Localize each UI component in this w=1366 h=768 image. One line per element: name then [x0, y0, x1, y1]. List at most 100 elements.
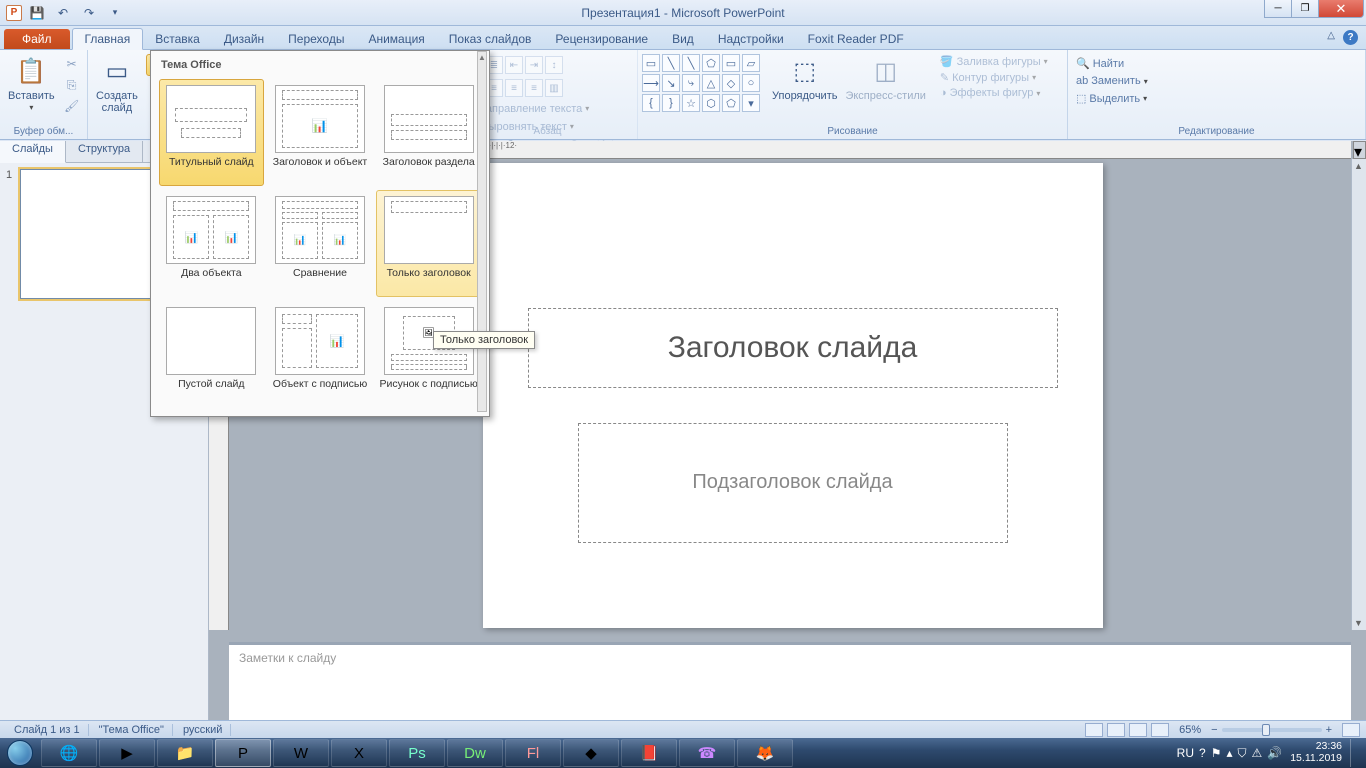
quick-styles-button[interactable]: ◫ Экспресс-стили — [841, 54, 929, 104]
tab-insert[interactable]: Вставка — [143, 29, 212, 49]
tray-icons[interactable]: RU ? ⚑ ▴ ⛉ ⚠ 🔊 — [1177, 746, 1283, 761]
panel-tab-outline[interactable]: Структура — [66, 141, 143, 162]
zoom-in-icon[interactable]: + — [1326, 724, 1332, 736]
layout-title-only[interactable]: Только заголовок — [376, 190, 481, 297]
select-button[interactable]: ⬚Выделить▾ — [1072, 91, 1151, 106]
gallery-scrollbar[interactable]: ▲ — [477, 51, 487, 412]
minimize-button[interactable]: ─ — [1264, 0, 1292, 18]
tab-slideshow[interactable]: Показ слайдов — [437, 29, 544, 49]
task-media[interactable]: ▶ — [99, 739, 155, 767]
tab-addins[interactable]: Надстройки — [706, 29, 796, 49]
task-explorer[interactable]: 📁 — [157, 739, 213, 767]
task-photoshop[interactable]: Ps — [389, 739, 445, 767]
layout-content-caption[interactable]: 📊 Объект с подписью — [268, 301, 373, 408]
task-inkscape[interactable]: ◆ — [563, 739, 619, 767]
tray-date: 15.11.2019 — [1290, 753, 1342, 765]
subtitle-placeholder[interactable]: Подзаголовок слайда — [578, 423, 1008, 543]
tray-volume-icon[interactable]: 🔊 — [1267, 746, 1282, 761]
task-word[interactable]: W — [273, 739, 329, 767]
tray-help-icon[interactable]: ? — [1199, 746, 1206, 761]
task-viber[interactable]: ☎ — [679, 739, 735, 767]
tray-up-icon[interactable]: ▴ — [1226, 746, 1232, 761]
tab-foxit[interactable]: Foxit Reader PDF — [796, 29, 916, 49]
paste-button[interactable]: 📋 Вставить ▾ — [4, 54, 59, 115]
group-drawing-label: Рисование — [638, 125, 1067, 138]
panel-tab-slides[interactable]: Слайды — [0, 141, 66, 163]
tray-safe-icon[interactable]: ⛉ — [1237, 746, 1246, 761]
fit-window-icon[interactable] — [1342, 723, 1360, 737]
shape-fill-button[interactable]: 🪣Заливка фигуры▾ — [936, 54, 1052, 69]
view-sorter-icon[interactable] — [1107, 723, 1125, 737]
tray-flag-icon[interactable]: ⚑ — [1211, 746, 1222, 761]
view-reading-icon[interactable] — [1129, 723, 1147, 737]
layout-picture-caption[interactable]: 🖼 Рисунок с подписью — [376, 301, 481, 408]
qat-save-icon[interactable]: 💾 — [26, 3, 48, 23]
vertical-scrollbar[interactable] — [1351, 159, 1366, 630]
file-tab[interactable]: Файл — [4, 29, 70, 49]
find-button[interactable]: 🔍Найти — [1072, 56, 1128, 71]
maximize-button[interactable]: ❐ — [1291, 0, 1319, 18]
arrange-button[interactable]: ⬚ Упорядочить — [768, 54, 841, 104]
layout-title-slide[interactable]: Титульный слайд — [159, 79, 264, 186]
layout-blank[interactable]: Пустой слайд — [159, 301, 264, 408]
layout-comparison[interactable]: 📊📊 Сравнение — [268, 190, 373, 297]
status-language[interactable]: русский — [175, 724, 231, 736]
cut-icon[interactable]: ✂ — [61, 54, 83, 74]
task-excel[interactable]: X — [331, 739, 387, 767]
shape-effects-button[interactable]: ◑Эффекты фигур▾ — [936, 86, 1052, 100]
format-painter-icon[interactable]: 🖌 — [61, 96, 83, 116]
align-right-icon[interactable]: ≡ — [505, 79, 523, 97]
task-chrome[interactable]: 🌐 — [41, 739, 97, 767]
shapes-gallery[interactable]: ▭╲╲⬠▭▱ ⟶↘⤷△◇○ {}☆⬡⬠▾ — [642, 54, 760, 112]
zoom-out-icon[interactable]: − — [1211, 724, 1217, 736]
shape-outline-button[interactable]: ✎Контур фигуры▾ — [936, 70, 1052, 85]
minimize-ribbon-icon[interactable]: △ — [1327, 30, 1335, 45]
qat-redo-icon[interactable]: ↷ — [78, 3, 100, 23]
help-icon[interactable]: ? — [1343, 30, 1358, 45]
new-slide-button[interactable]: ▭ Создать слайд — [92, 54, 142, 116]
start-button[interactable] — [0, 738, 40, 768]
status-theme: "Тема Office" — [91, 724, 173, 736]
show-desktop-button[interactable] — [1350, 739, 1358, 767]
tray-clock[interactable]: 23:36 15.11.2019 — [1290, 741, 1342, 764]
tab-transitions[interactable]: Переходы — [276, 29, 356, 49]
layout-gallery: ▲ Тема Office Титульный слайд 📊 Заголово… — [150, 50, 490, 417]
slide-canvas[interactable]: Заголовок слайда Подзаголовок слайда — [483, 163, 1103, 628]
new-slide-icon: ▭ — [101, 56, 133, 88]
indent-dec-icon[interactable]: ⇤ — [505, 56, 523, 74]
task-gimp[interactable]: 🦊 — [737, 739, 793, 767]
columns-icon[interactable]: ▥ — [545, 79, 563, 97]
zoom-percent[interactable]: 65% — [1179, 724, 1201, 736]
status-slide: Слайд 1 из 1 — [6, 724, 89, 736]
replace-button[interactable]: abЗаменить▾ — [1072, 74, 1152, 88]
layout-section-header[interactable]: Заголовок раздела — [376, 79, 481, 186]
tab-view[interactable]: Вид — [660, 29, 706, 49]
tab-animation[interactable]: Анимация — [356, 29, 436, 49]
notes-pane[interactable]: Заметки к слайду — [229, 642, 1351, 720]
view-slideshow-icon[interactable] — [1151, 723, 1169, 737]
tab-design[interactable]: Дизайн — [212, 29, 276, 49]
line-spacing-icon[interactable]: ↕ — [545, 56, 563, 74]
title-placeholder[interactable]: Заголовок слайда — [528, 308, 1058, 388]
tray-lang[interactable]: RU — [1177, 746, 1194, 761]
layout-title-content[interactable]: 📊 Заголовок и объект — [268, 79, 373, 186]
indent-inc-icon[interactable]: ⇥ — [525, 56, 543, 74]
task-flash[interactable]: Fl — [505, 739, 561, 767]
group-clipboard-label: Буфер обм... — [0, 125, 87, 138]
layout-tooltip: Только заголовок — [433, 331, 535, 349]
layout-two-content[interactable]: 📊📊 Два объекта — [159, 190, 264, 297]
close-button[interactable]: ✕ — [1318, 0, 1364, 18]
tab-home[interactable]: Главная — [72, 28, 144, 50]
ribbon-tabs: Файл Главная Вставка Дизайн Переходы Ани… — [0, 26, 1366, 50]
copy-icon[interactable]: ⎘ — [61, 75, 83, 95]
task-powerpoint[interactable]: P — [215, 739, 271, 767]
view-normal-icon[interactable] — [1085, 723, 1103, 737]
task-dreamweaver[interactable]: Dw — [447, 739, 503, 767]
justify-icon[interactable]: ≡ — [525, 79, 543, 97]
qat-customize-icon[interactable]: ▾ — [104, 3, 126, 23]
tray-network-icon[interactable]: ⚠ — [1252, 746, 1263, 761]
task-pdf[interactable]: 📕 — [621, 739, 677, 767]
qat-undo-icon[interactable]: ↶ — [52, 3, 74, 23]
zoom-slider[interactable] — [1222, 728, 1322, 732]
tab-review[interactable]: Рецензирование — [543, 29, 660, 49]
